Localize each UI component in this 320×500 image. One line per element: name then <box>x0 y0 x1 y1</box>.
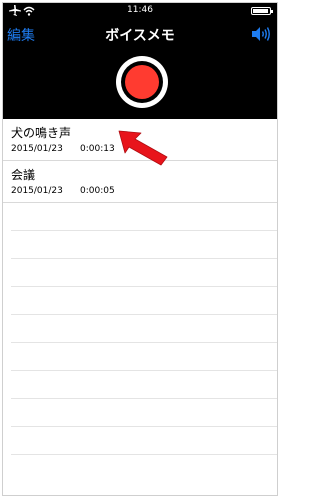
recording-date: 2015/01/23 <box>11 144 63 154</box>
battery-icon <box>251 7 273 15</box>
recording-duration: 0:00:05 <box>80 186 115 196</box>
empty-row <box>11 315 277 343</box>
recording-title: 犬の鳴き声 <box>11 126 72 140</box>
recording-list: 犬の鳴き声 2015/01/23 0:00:13 会議 2015/01/23 0… <box>3 119 277 455</box>
speaker-icon[interactable] <box>251 26 271 42</box>
empty-row <box>11 231 277 259</box>
empty-row <box>11 203 277 231</box>
record-button[interactable] <box>116 56 168 108</box>
status-bar: 11:46 <box>3 3 277 19</box>
arrow-annotation-icon <box>118 130 168 166</box>
empty-row <box>11 371 277 399</box>
empty-row <box>11 427 277 455</box>
recording-date: 2015/01/23 <box>11 186 63 196</box>
header-area: 11:46 編集 ボイスメモ <box>3 3 277 119</box>
recording-duration: 0:00:13 <box>80 144 115 154</box>
page-title: ボイスメモ <box>105 28 175 44</box>
empty-row <box>11 259 277 287</box>
status-time: 11:46 <box>127 5 153 15</box>
empty-row <box>11 399 277 427</box>
record-icon <box>125 65 159 99</box>
empty-row <box>11 343 277 371</box>
app-frame: 11:46 編集 ボイスメモ 犬の鳴き声 2015/01/23 0:00:13 … <box>2 2 278 496</box>
recording-title: 会議 <box>11 168 36 182</box>
empty-row <box>11 287 277 315</box>
